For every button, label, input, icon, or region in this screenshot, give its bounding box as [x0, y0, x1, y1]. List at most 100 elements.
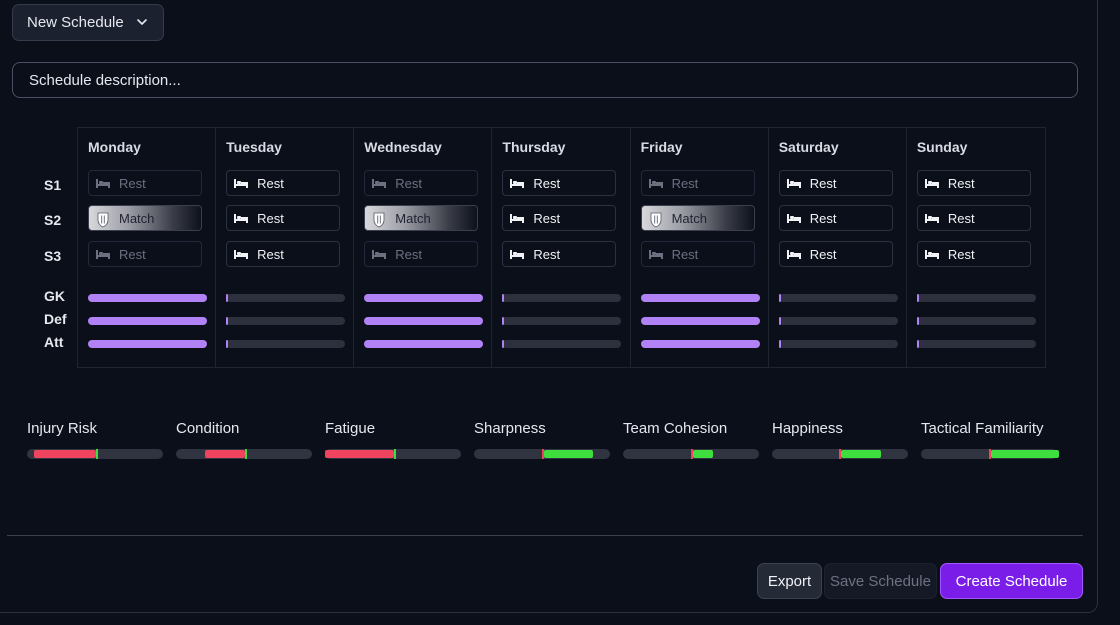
day-column: Saturday Rest Rest Rest — [769, 128, 907, 367]
metric-change-fill — [204, 450, 246, 458]
position-load-bar — [640, 340, 760, 348]
position-load-fill — [640, 340, 760, 348]
session-slot-label: Rest — [671, 175, 699, 191]
session-slot[interactable]: Rest — [640, 241, 755, 267]
position-load-marker — [916, 294, 919, 302]
day-name: Wednesday — [364, 139, 442, 155]
save-schedule-button[interactable]: Save Schedule — [824, 563, 937, 599]
bed-icon — [786, 212, 802, 224]
bed-icon — [95, 248, 111, 260]
metric-name: Happiness — [772, 420, 843, 437]
metric: Happiness — [772, 420, 908, 459]
position-load-bar — [226, 317, 346, 325]
session-slot[interactable]: Rest — [916, 241, 1031, 267]
session-slot[interactable]: Rest — [640, 170, 755, 196]
session-slot-label: Match — [395, 210, 431, 226]
session-slot-label: Match — [119, 210, 155, 226]
bed-icon — [924, 212, 940, 224]
position-load-marker — [778, 340, 781, 348]
bed-icon — [786, 177, 802, 189]
metric-track — [27, 449, 163, 459]
position-label-att: Att — [44, 334, 64, 350]
position-load-bar — [88, 340, 207, 348]
session-slot-label: Match — [671, 210, 707, 226]
shield-icon — [371, 212, 387, 228]
day-column: Tuesday Rest Rest Rest — [216, 128, 355, 367]
session-slot[interactable]: Match — [364, 205, 479, 231]
session-slot[interactable]: Rest — [778, 241, 893, 267]
position-load-bar — [502, 340, 622, 348]
position-load-bar — [364, 294, 484, 302]
session-slot[interactable]: Rest — [88, 170, 202, 196]
session-slot[interactable]: Rest — [916, 205, 1031, 231]
create-schedule-button[interactable]: Create Schedule — [940, 563, 1083, 599]
position-load-marker — [778, 317, 781, 325]
position-load-bar — [502, 294, 622, 302]
bed-icon — [233, 212, 249, 224]
position-load-bar — [364, 317, 484, 325]
day-name: Sunday — [916, 139, 968, 155]
session-slot[interactable]: Rest — [226, 170, 341, 196]
position-load-bar — [88, 294, 207, 302]
position-load-bar — [778, 317, 898, 325]
metric: Tactical Familiarity — [921, 420, 1059, 459]
session-slot[interactable]: Rest — [226, 205, 341, 231]
session-slot[interactable]: Match — [640, 205, 755, 231]
session-slot[interactable]: Match — [88, 205, 202, 231]
day-name: Friday — [640, 139, 683, 155]
session-slot[interactable]: Rest — [364, 241, 479, 267]
position-load-fill — [88, 317, 207, 325]
weekly-schedule-grid: Monday Rest Match Rest Tuesday Rest Rest Rest We… — [77, 127, 1046, 368]
bed-icon — [924, 248, 940, 260]
session-slot-label: Rest — [809, 175, 837, 191]
metric-baseline-marker — [542, 449, 544, 459]
metric-track — [474, 449, 610, 459]
metric: Condition — [176, 420, 312, 459]
schedule-description-input[interactable] — [12, 62, 1078, 98]
day-name: Monday — [88, 139, 141, 155]
metric-track — [623, 449, 759, 459]
position-label-def: Def — [44, 311, 67, 327]
bed-icon — [509, 177, 525, 189]
session-slot[interactable]: Rest — [502, 205, 617, 231]
position-load-bar — [640, 317, 760, 325]
metric-track — [325, 449, 461, 459]
metric-name: Sharpness — [474, 420, 546, 437]
position-load-bar — [364, 340, 484, 348]
day-column: Sunday Rest Rest Rest — [907, 128, 1045, 367]
session-slot[interactable]: Rest — [364, 170, 479, 196]
position-load-bar — [226, 340, 346, 348]
divider — [7, 535, 1083, 536]
shield-icon — [95, 212, 111, 228]
session-slot[interactable]: Rest — [778, 205, 893, 231]
session-slot[interactable]: Rest — [88, 241, 202, 267]
position-load-fill — [88, 340, 207, 348]
bed-icon — [786, 248, 802, 260]
metric-track — [921, 449, 1059, 459]
session-slot-label: Rest — [809, 246, 837, 262]
position-load-fill — [640, 317, 760, 325]
session-slot[interactable]: Rest — [226, 241, 341, 267]
metric-name: Condition — [176, 420, 240, 437]
metric-baseline-marker — [989, 449, 991, 459]
position-load-bar — [916, 317, 1036, 325]
metric-baseline-marker — [96, 449, 99, 459]
schedule-select-label: New Schedule — [27, 14, 124, 31]
session-slot[interactable]: Rest — [502, 241, 617, 267]
position-load-bar — [640, 294, 760, 302]
day-name: Tuesday — [226, 139, 282, 155]
session-slot[interactable]: Rest — [778, 170, 893, 196]
export-button[interactable]: Export — [757, 563, 822, 599]
bed-icon — [648, 177, 664, 189]
position-load-bar — [778, 340, 898, 348]
schedule-select[interactable]: New Schedule — [12, 4, 164, 41]
metric: Sharpness — [474, 420, 610, 459]
day-column: Monday Rest Match Rest — [78, 128, 217, 367]
bed-icon — [371, 248, 387, 260]
session-slot[interactable]: Rest — [502, 170, 617, 196]
session-slot-label: Rest — [257, 246, 284, 262]
session-slot[interactable]: Rest — [916, 170, 1031, 196]
metric-baseline-marker — [245, 449, 248, 459]
position-load-bar — [88, 317, 207, 325]
position-label-gk: GK — [44, 288, 65, 304]
